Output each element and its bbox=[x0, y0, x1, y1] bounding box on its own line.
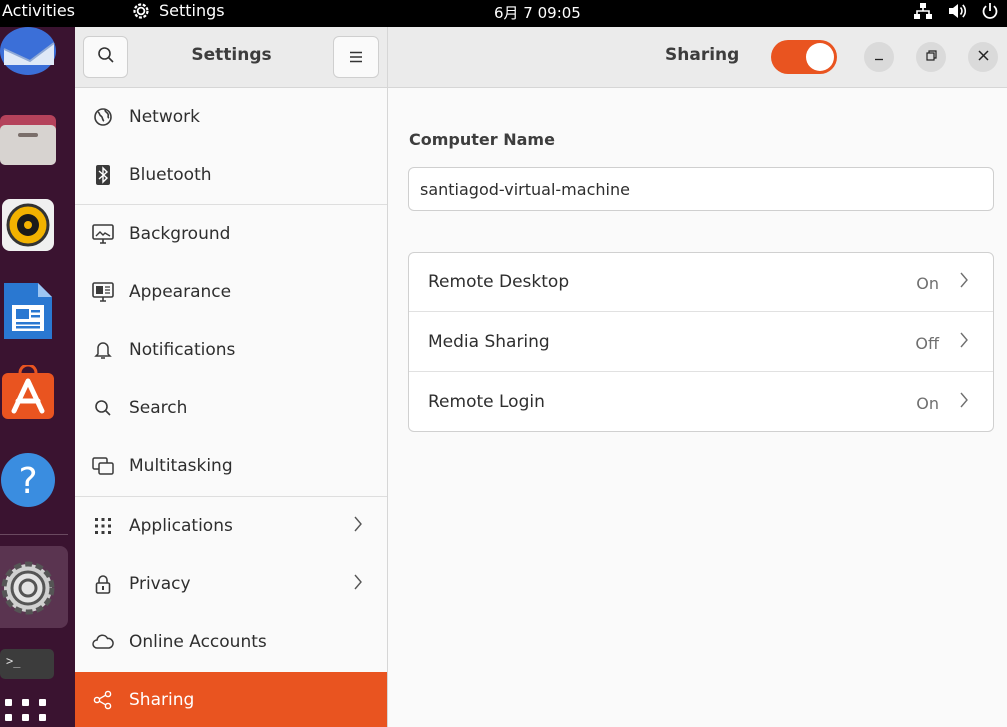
minimize-button[interactable] bbox=[864, 42, 894, 72]
chevron-right-icon bbox=[959, 331, 969, 354]
background-icon bbox=[92, 223, 114, 245]
sidebar-item-notifications[interactable]: Notifications bbox=[75, 321, 387, 379]
bluetooth-icon bbox=[92, 164, 114, 186]
apps-grid-icon bbox=[92, 515, 114, 537]
hamburger-icon bbox=[349, 48, 363, 67]
app-menu[interactable]: Settings bbox=[131, 0, 225, 22]
terminal-icon[interactable]: >_ bbox=[0, 649, 56, 705]
cloud-icon bbox=[92, 631, 114, 653]
row-status: On bbox=[916, 274, 939, 293]
sidebar-item-search[interactable]: Search bbox=[75, 379, 387, 437]
settings-window: Settings Sharing Network Bluetooth Backg… bbox=[75, 27, 1007, 727]
globe-icon bbox=[92, 106, 114, 128]
sidebar-item-privacy[interactable]: Privacy bbox=[75, 555, 387, 613]
svg-text:>_: >_ bbox=[6, 654, 21, 668]
sidebar-item-label: Background bbox=[129, 224, 231, 244]
computer-name-label: Computer Name bbox=[409, 130, 555, 149]
chevron-right-icon bbox=[353, 515, 363, 538]
lock-icon bbox=[92, 573, 114, 595]
search-icon bbox=[92, 397, 114, 419]
svg-text:?: ? bbox=[18, 461, 37, 502]
sidebar-item-label: Multitasking bbox=[129, 456, 233, 476]
sidebar-item-appearance[interactable]: Appearance bbox=[75, 263, 387, 321]
app-menu-label: Settings bbox=[159, 1, 225, 20]
sharing-services-list: Remote Desktop On Media Sharing Off Remo… bbox=[408, 252, 994, 432]
close-button[interactable] bbox=[968, 42, 998, 72]
sidebar-item-label: Bluetooth bbox=[129, 165, 212, 185]
sidebar-item-label: Notifications bbox=[129, 340, 236, 360]
page-title: Sharing bbox=[665, 45, 740, 65]
sidebar-item-label: Online Accounts bbox=[129, 632, 267, 652]
row-status: Off bbox=[915, 334, 939, 353]
multitasking-icon bbox=[92, 455, 114, 477]
settings-icon[interactable] bbox=[0, 559, 56, 615]
bell-icon bbox=[92, 339, 114, 361]
sidebar-item-network[interactable]: Network bbox=[75, 88, 387, 146]
remote-login-row[interactable]: Remote Login On bbox=[409, 373, 993, 431]
dock: ? >_ bbox=[0, 27, 75, 727]
sharing-panel: Computer Name Remote Desktop On Media Sh… bbox=[388, 88, 1007, 727]
sidebar: Network Bluetooth Background Appearance bbox=[75, 88, 388, 727]
share-icon bbox=[92, 689, 114, 711]
restore-icon bbox=[925, 49, 937, 65]
sidebar-item-label: Privacy bbox=[129, 574, 191, 594]
thunderbird-icon[interactable] bbox=[0, 21, 56, 77]
sidebar-item-label: Search bbox=[129, 398, 188, 418]
row-status: On bbox=[916, 394, 939, 413]
chevron-right-icon bbox=[959, 391, 969, 414]
media-sharing-row[interactable]: Media Sharing Off bbox=[409, 313, 993, 372]
power-icon bbox=[981, 2, 999, 20]
row-label: Media Sharing bbox=[428, 332, 550, 352]
main-menu-button[interactable] bbox=[333, 36, 379, 78]
clock[interactable]: 6月 7 09:05 bbox=[494, 2, 581, 24]
dock-separator bbox=[0, 534, 68, 535]
row-label: Remote Login bbox=[428, 392, 545, 412]
sidebar-item-multitasking[interactable]: Multitasking bbox=[75, 437, 387, 495]
row-label: Remote Desktop bbox=[428, 272, 570, 292]
chevron-right-icon bbox=[959, 271, 969, 294]
volume-icon bbox=[947, 2, 967, 20]
activities-button[interactable]: Activities bbox=[2, 0, 75, 22]
top-bar: Activities Settings 6月 7 09:05 bbox=[0, 0, 1007, 27]
chevron-right-icon bbox=[353, 573, 363, 596]
sidebar-item-bluetooth[interactable]: Bluetooth bbox=[75, 146, 387, 204]
sidebar-item-label: Appearance bbox=[129, 282, 232, 302]
help-icon[interactable]: ? bbox=[0, 451, 56, 507]
sidebar-header: Settings bbox=[75, 27, 388, 88]
sidebar-item-label: Sharing bbox=[129, 689, 195, 710]
close-icon bbox=[977, 49, 989, 65]
sidebar-item-background[interactable]: Background bbox=[75, 205, 387, 263]
sidebar-item-online-accounts[interactable]: Online Accounts bbox=[75, 613, 387, 671]
network-icon bbox=[913, 2, 933, 20]
sidebar-item-sharing[interactable]: Sharing bbox=[75, 672, 387, 727]
sidebar-item-label: Network bbox=[129, 107, 200, 127]
computer-name-field[interactable] bbox=[408, 167, 994, 211]
libreoffice-writer-icon[interactable] bbox=[0, 281, 56, 339]
app-center-icon[interactable] bbox=[0, 363, 56, 421]
restore-button[interactable] bbox=[916, 42, 946, 72]
rhythmbox-icon[interactable] bbox=[0, 197, 56, 253]
files-icon[interactable] bbox=[0, 111, 56, 167]
gear-icon bbox=[131, 1, 151, 21]
sidebar-item-applications[interactable]: Applications bbox=[75, 497, 387, 555]
sidebar-item-label: Applications bbox=[129, 516, 233, 536]
main-header: Sharing bbox=[388, 27, 1007, 88]
minimize-icon bbox=[874, 49, 884, 65]
appearance-icon bbox=[92, 281, 114, 303]
remote-desktop-row[interactable]: Remote Desktop On bbox=[409, 253, 993, 312]
sharing-toggle[interactable] bbox=[771, 40, 837, 74]
system-tray[interactable] bbox=[913, 0, 999, 22]
toggle-knob bbox=[806, 43, 834, 71]
